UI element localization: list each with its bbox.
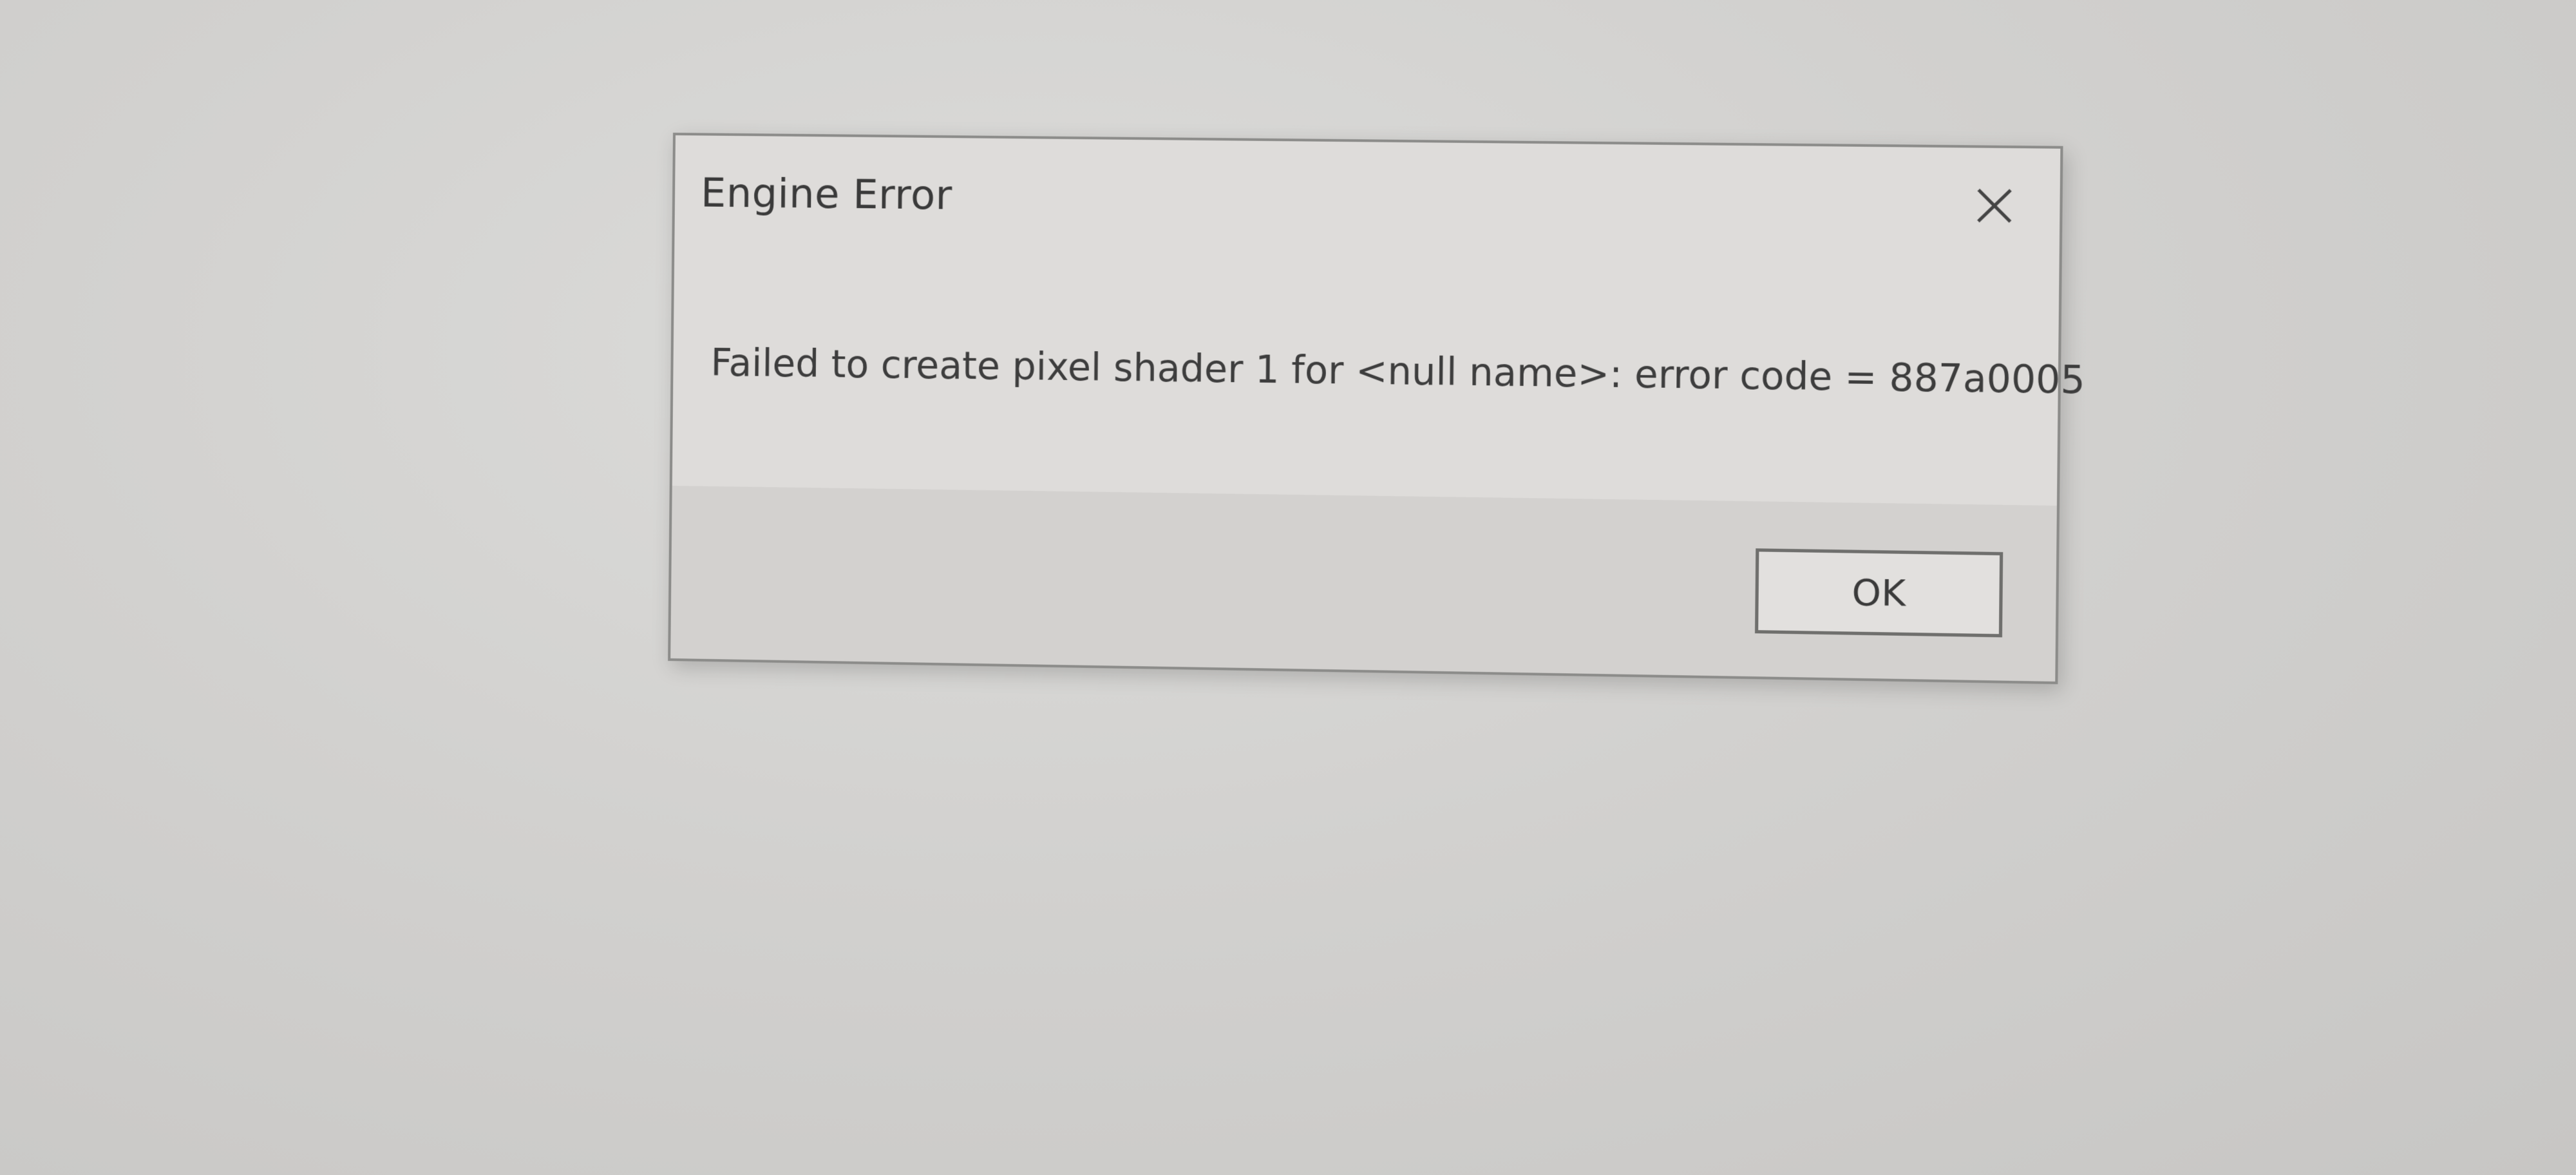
error-message: Failed to create pixel shader 1 for <nul… [710,340,2086,403]
dialog-button-bar: OK [670,486,2057,682]
close-button[interactable] [1961,173,2029,239]
dialog-title: Engine Error [700,169,953,219]
error-dialog: Engine Error Failed to create pixel shad… [668,133,2085,685]
close-icon [1961,173,2029,239]
ok-button[interactable]: OK [1754,548,2003,638]
desktop-background: Engine Error Failed to create pixel shad… [0,0,2576,1175]
